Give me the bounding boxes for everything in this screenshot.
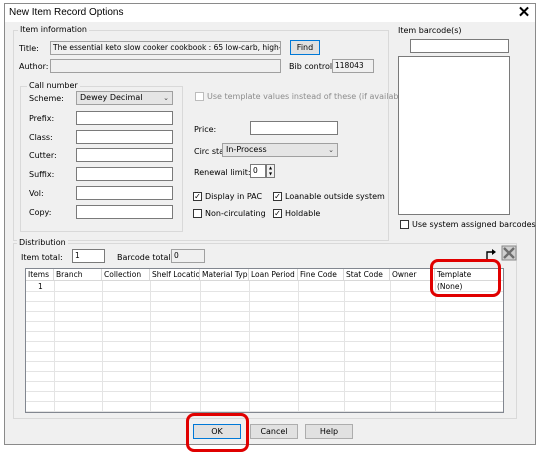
barcode-list[interactable] bbox=[398, 56, 510, 215]
bib-control-field: 118043 bbox=[332, 59, 374, 73]
grid-row-line bbox=[26, 401, 503, 402]
close-icon[interactable]: ✕ bbox=[517, 5, 531, 20]
grid-row-line bbox=[26, 351, 503, 352]
column-header-owner[interactable]: Owner bbox=[390, 269, 435, 281]
author-label: Author: bbox=[19, 62, 49, 71]
vol-field[interactable] bbox=[76, 186, 173, 200]
holdable-label: Holdable bbox=[285, 209, 321, 218]
barcode-input[interactable] bbox=[410, 39, 509, 53]
price-field[interactable] bbox=[250, 121, 338, 135]
price-label: Price: bbox=[194, 125, 217, 134]
holdable-checkbox[interactable]: ✓ bbox=[273, 209, 282, 218]
use-template-values-checkbox[interactable] bbox=[195, 92, 204, 101]
template-column-highlight bbox=[430, 259, 501, 297]
scheme-label: Scheme: bbox=[29, 94, 64, 103]
display-in-pac-label: Display in PAC bbox=[205, 192, 263, 201]
item-total-label: Item total: bbox=[21, 253, 63, 262]
column-header-loan-period[interactable]: Loan Period bbox=[249, 269, 298, 281]
class-label: Class: bbox=[29, 133, 53, 142]
item-total-field[interactable]: 1 bbox=[72, 249, 105, 263]
chevron-down-icon: ⌄ bbox=[163, 94, 169, 102]
new-item-record-options-dialog: New Item Record Options ✕ Item informati… bbox=[4, 3, 536, 452]
ok-button-highlight bbox=[186, 413, 249, 452]
title-field[interactable]: The essential keto slow cooker cookbook … bbox=[50, 41, 281, 55]
dialog-title: New Item Record Options bbox=[9, 7, 124, 18]
scheme-value: Dewey Decimal bbox=[80, 93, 143, 102]
author-field[interactable] bbox=[50, 59, 281, 73]
column-header-collection[interactable]: Collection bbox=[102, 269, 150, 281]
grid-row-line bbox=[26, 411, 503, 412]
circ-status-value: In-Process bbox=[226, 145, 267, 154]
help-button[interactable]: Help bbox=[305, 424, 353, 439]
find-button[interactable]: Find bbox=[290, 40, 320, 55]
chevron-down-icon: ⌄ bbox=[328, 146, 334, 154]
call-number-legend: Call number bbox=[27, 81, 80, 90]
column-header-fine-code[interactable]: Fine Code bbox=[298, 269, 344, 281]
circ-status-select[interactable]: In-Process ⌄ bbox=[222, 143, 338, 157]
cell-items[interactable]: 1 bbox=[38, 282, 43, 291]
item-barcodes-label: Item barcode(s) bbox=[398, 26, 462, 35]
cutter-field[interactable] bbox=[76, 148, 173, 162]
barcode-total-field: 0 bbox=[171, 249, 205, 263]
non-circulating-checkbox[interactable] bbox=[193, 209, 202, 218]
non-circulating-label: Non-circulating bbox=[205, 209, 266, 218]
bib-control-label: Bib control: bbox=[289, 62, 335, 71]
column-header-items[interactable]: Items bbox=[26, 269, 54, 281]
vol-label: Vol: bbox=[29, 189, 44, 198]
prefix-label: Prefix: bbox=[29, 114, 55, 123]
display-in-pac-checkbox[interactable]: ✓ bbox=[193, 192, 202, 201]
grid-row-line bbox=[26, 331, 503, 332]
loanable-outside-system-label: Loanable outside system bbox=[285, 192, 385, 201]
grid-row-line bbox=[26, 321, 503, 322]
copy-field[interactable] bbox=[76, 205, 173, 219]
renewal-limit-field[interactable]: 0 bbox=[250, 164, 266, 178]
grid-row-line bbox=[26, 391, 503, 392]
grid-row-line bbox=[26, 341, 503, 342]
distribution-legend: Distribution bbox=[17, 238, 68, 247]
column-header-material-type[interactable]: Material Type bbox=[200, 269, 249, 281]
grid-row-line bbox=[26, 371, 503, 372]
delete-row-icon[interactable] bbox=[501, 245, 517, 261]
grid-row-line bbox=[26, 381, 503, 382]
barcode-total-label: Barcode total: bbox=[117, 253, 174, 262]
grid-row-line bbox=[26, 361, 503, 362]
use-system-barcodes-checkbox[interactable] bbox=[400, 220, 409, 229]
copy-label: Copy: bbox=[29, 208, 52, 217]
use-system-barcodes-label: Use system assigned barcodes bbox=[412, 220, 536, 229]
column-header-shelf-location[interactable]: Shelf Location bbox=[150, 269, 200, 281]
column-header-branch[interactable]: Branch bbox=[54, 269, 102, 281]
class-field[interactable] bbox=[76, 130, 173, 144]
title-bar: New Item Record Options ✕ bbox=[5, 4, 535, 22]
renewal-limit-label: Renewal limit: bbox=[194, 168, 251, 177]
prefix-field[interactable] bbox=[76, 111, 173, 125]
suffix-label: Suffix: bbox=[29, 170, 55, 179]
scheme-select[interactable]: Dewey Decimal ⌄ bbox=[76, 91, 173, 105]
cutter-label: Cutter: bbox=[29, 151, 57, 160]
suffix-field[interactable] bbox=[76, 167, 173, 181]
loanable-outside-system-checkbox[interactable]: ✓ bbox=[273, 192, 282, 201]
title-label: Title: bbox=[19, 44, 39, 53]
grid-row-line bbox=[26, 301, 503, 302]
column-header-stat-code[interactable]: Stat Code bbox=[344, 269, 390, 281]
use-template-values-label: Use template values instead of these (if… bbox=[207, 92, 409, 101]
cancel-button[interactable]: Cancel bbox=[250, 424, 298, 439]
item-information-legend: Item information bbox=[18, 25, 89, 34]
renewal-limit-spinner[interactable]: ▲ ▼ bbox=[266, 164, 275, 178]
grid-row-line bbox=[26, 311, 503, 312]
